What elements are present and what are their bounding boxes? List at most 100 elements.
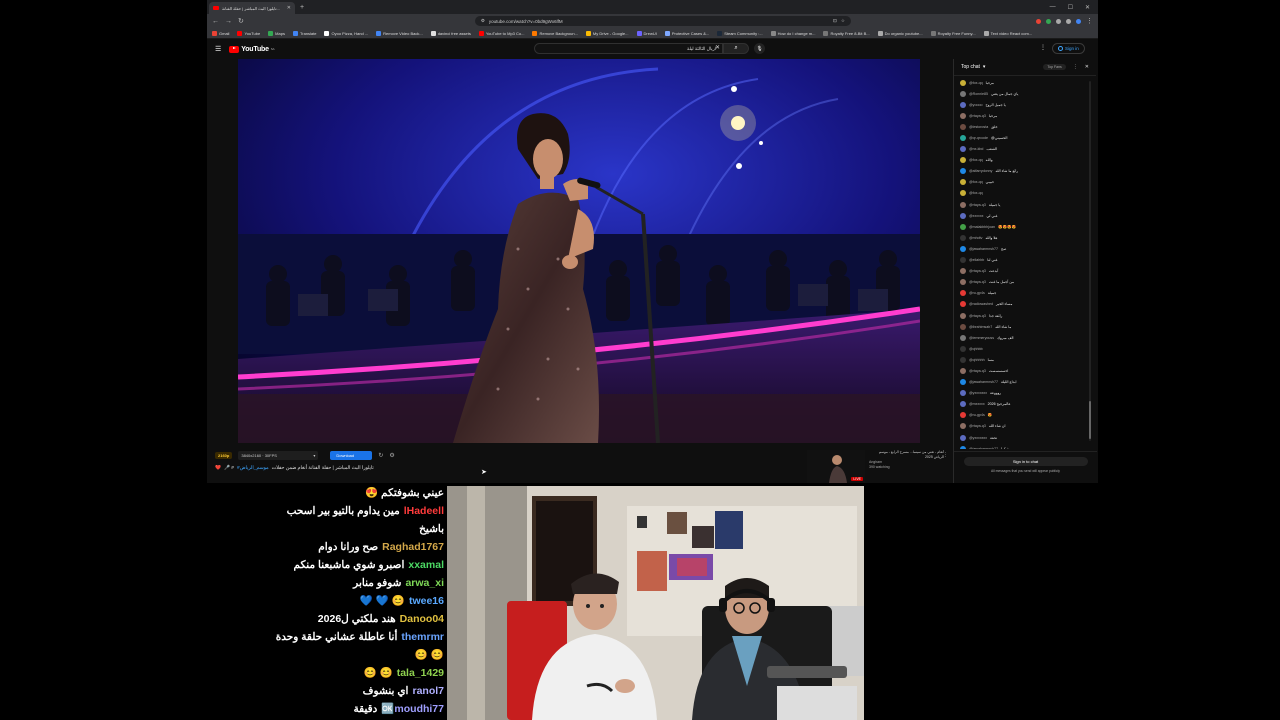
chat-author[interactable]: @ru-gp4s (969, 413, 985, 417)
search-button[interactable]: ⌕ (723, 43, 749, 54)
chat-avatar[interactable] (960, 112, 966, 119)
quality-select[interactable]: 3840x2160 · 30FPS ▾ (238, 450, 319, 460)
minimize-icon[interactable]: — (1050, 4, 1056, 11)
maximize-icon[interactable]: ☐ (1068, 4, 1073, 11)
chat-author[interactable]: @alfarrydonny (969, 169, 992, 173)
chat-message[interactable]: @mhdtv هلا والله (960, 232, 1092, 243)
sign-in-button[interactable]: Sign in (1052, 43, 1085, 54)
browser-menu-icon[interactable]: ⋮ (1086, 18, 1093, 25)
chat-message[interactable]: @yoooo يا جميل الروح (960, 99, 1092, 110)
chat-author[interactable]: @jawaharmnsh77 (969, 447, 998, 449)
close-window-icon[interactable]: ✕ (1085, 4, 1090, 11)
chat-avatar[interactable] (960, 323, 966, 330)
bookmark-item[interactable]: YouTube to Mp3 Co... (478, 30, 524, 36)
chat-author[interactable]: @jawaharmnsh77 (969, 247, 998, 251)
extension-icon[interactable] (1046, 18, 1051, 24)
chat-author[interactable]: @mhdtv (969, 236, 982, 240)
refresh-icon[interactable]: ↻ (378, 452, 383, 459)
back-icon[interactable]: ← (212, 18, 219, 25)
bookmark-item[interactable]: Do organic youtube... (877, 30, 923, 36)
chat-message[interactable]: @rtaya-q3 من أجمل ما غنت (960, 277, 1092, 288)
chat-avatar[interactable] (960, 301, 966, 308)
recommended-kebab-icon[interactable]: ⋮ (943, 452, 948, 458)
bookmark-item[interactable]: Protective Cases &... (664, 30, 709, 36)
chat-author[interactable]: @nx-kbd (969, 147, 983, 151)
chat-avatar[interactable] (960, 367, 966, 374)
chat-avatar[interactable] (960, 379, 966, 386)
bookmark-item[interactable]: Text video React com... (983, 30, 1032, 36)
chat-avatar[interactable] (960, 257, 966, 264)
youtube-logo[interactable]: YouTube SA (229, 45, 275, 53)
recommended-video[interactable]: LIVE أنغام - تغني من سينما... مسرح الراب… (807, 450, 952, 483)
bookmark-item[interactable]: Steam Community :... (717, 30, 763, 36)
chat-message[interactable]: @iemmeryouss الف مبروك (960, 332, 1092, 343)
chat-avatar[interactable] (960, 268, 966, 275)
chat-avatar[interactable] (960, 334, 966, 341)
chat-scrollbar[interactable] (1089, 81, 1091, 441)
top-chat-selector[interactable]: Top chat (961, 64, 980, 70)
chat-message[interactable]: @qr-qrcode @الحسيني (960, 132, 1092, 143)
chat-avatar[interactable] (960, 234, 966, 241)
chat-message[interactable]: @ibrahimsab7 ما شاء الله (960, 321, 1092, 332)
chat-avatar[interactable] (960, 212, 966, 219)
chat-message[interactable]: @mxxxxx عالمرجيح 2026 (960, 399, 1092, 410)
forward-icon[interactable]: → (225, 18, 232, 25)
chat-avatar[interactable] (960, 123, 966, 130)
settings-icon[interactable]: ⚙ (389, 452, 394, 459)
bookmark-item[interactable]: DrewUI (636, 30, 657, 36)
sign-in-to-chat-button[interactable]: Sign in to chat (963, 457, 1088, 466)
chat-author[interactable]: @rtaya-q3 (969, 424, 986, 428)
chat-message[interactable]: @rtaya-q3 احسسسست (960, 365, 1092, 376)
chat-message[interactable]: @fox-qq (960, 188, 1092, 199)
chat-message[interactable]: @yxxxxxxx روووعة (960, 388, 1092, 399)
tab-youtube[interactable]: تايلورا البث المباشر | حفلة الفنانة... ✕ (209, 2, 295, 14)
chat-message[interactable]: @rtaya-q3 مرحبا (960, 110, 1092, 121)
chat-avatar[interactable] (960, 423, 966, 430)
chat-avatar[interactable] (960, 345, 966, 352)
chat-author[interactable]: @fox-qq (969, 81, 983, 85)
chat-avatar[interactable] (960, 245, 966, 252)
chat-message[interactable]: @qhhhhh مسا (960, 354, 1092, 365)
chat-message[interactable]: @malakbbhjoan 😍😍😍😍 (960, 221, 1092, 232)
chat-avatar[interactable] (960, 190, 966, 197)
chat-message[interactable]: @jawaharmnsh77 شكرا (960, 443, 1092, 449)
profile-icon[interactable] (1076, 18, 1081, 24)
chat-message[interactable]: @rtaya-q3 رائعة جدا (960, 310, 1092, 321)
chat-author[interactable]: @iemmeryouss (969, 336, 994, 340)
close-chat-icon[interactable]: ✕ (1085, 64, 1089, 70)
chat-author[interactable]: @rtaya-q3 (969, 369, 986, 373)
chat-avatar[interactable] (960, 90, 966, 97)
search-input[interactable]: اريال الثالثة ليلة (534, 43, 723, 54)
bookmark-star-icon[interactable]: ☆ (841, 18, 845, 24)
puzzle-icon[interactable] (1066, 18, 1071, 24)
chat-avatar[interactable] (960, 290, 966, 297)
chat-author[interactable]: @jawaharmnsh77 (969, 380, 998, 384)
extension-icon[interactable] (1056, 18, 1061, 24)
chat-message[interactable]: @lestorosta خلق (960, 121, 1092, 132)
site-info-icon[interactable]: ⚙ (481, 18, 485, 24)
chat-author[interactable]: @Ronnie85 (969, 92, 988, 96)
chat-message[interactable]: @jawaharmnsh77 صح (960, 243, 1092, 254)
chat-author[interactable]: @malakbbhjoan (969, 225, 995, 229)
chat-author[interactable]: @ru-gp4s (969, 291, 985, 295)
chat-author[interactable]: @yxxxxxxx (969, 391, 987, 395)
chat-avatar[interactable] (960, 135, 966, 142)
chat-avatar[interactable] (960, 279, 966, 286)
chat-author[interactable]: @rtaya-q3 (969, 280, 986, 284)
chat-author[interactable]: @lestorosta (969, 125, 988, 129)
chat-author[interactable]: @yxxxxxxx (969, 436, 987, 440)
bookmark-item[interactable]: Remove Video Back... (376, 30, 423, 36)
chat-message[interactable]: @ru-gp4s جميلة (960, 288, 1092, 299)
chat-message[interactable]: @ellahbb غني لنا (960, 255, 1092, 266)
close-tab-icon[interactable]: ✕ (287, 5, 291, 11)
bookmark-item[interactable]: Royalty Free Funny... (930, 30, 976, 36)
chat-avatar[interactable] (960, 312, 966, 319)
video-player[interactable] (238, 59, 920, 443)
chat-author[interactable]: @fox-qq (969, 158, 983, 162)
reload-icon[interactable]: ↻ (238, 18, 244, 25)
chat-author[interactable]: @rtaya-q3 (969, 203, 986, 207)
chat-message[interactable]: @fox-qq والله (960, 155, 1092, 166)
chat-author[interactable]: @xxxxxx (969, 214, 983, 218)
chat-author[interactable]: @rtaya-q3 (969, 269, 986, 273)
hashtag-link[interactable]: #موسم_الرياض (237, 466, 269, 471)
